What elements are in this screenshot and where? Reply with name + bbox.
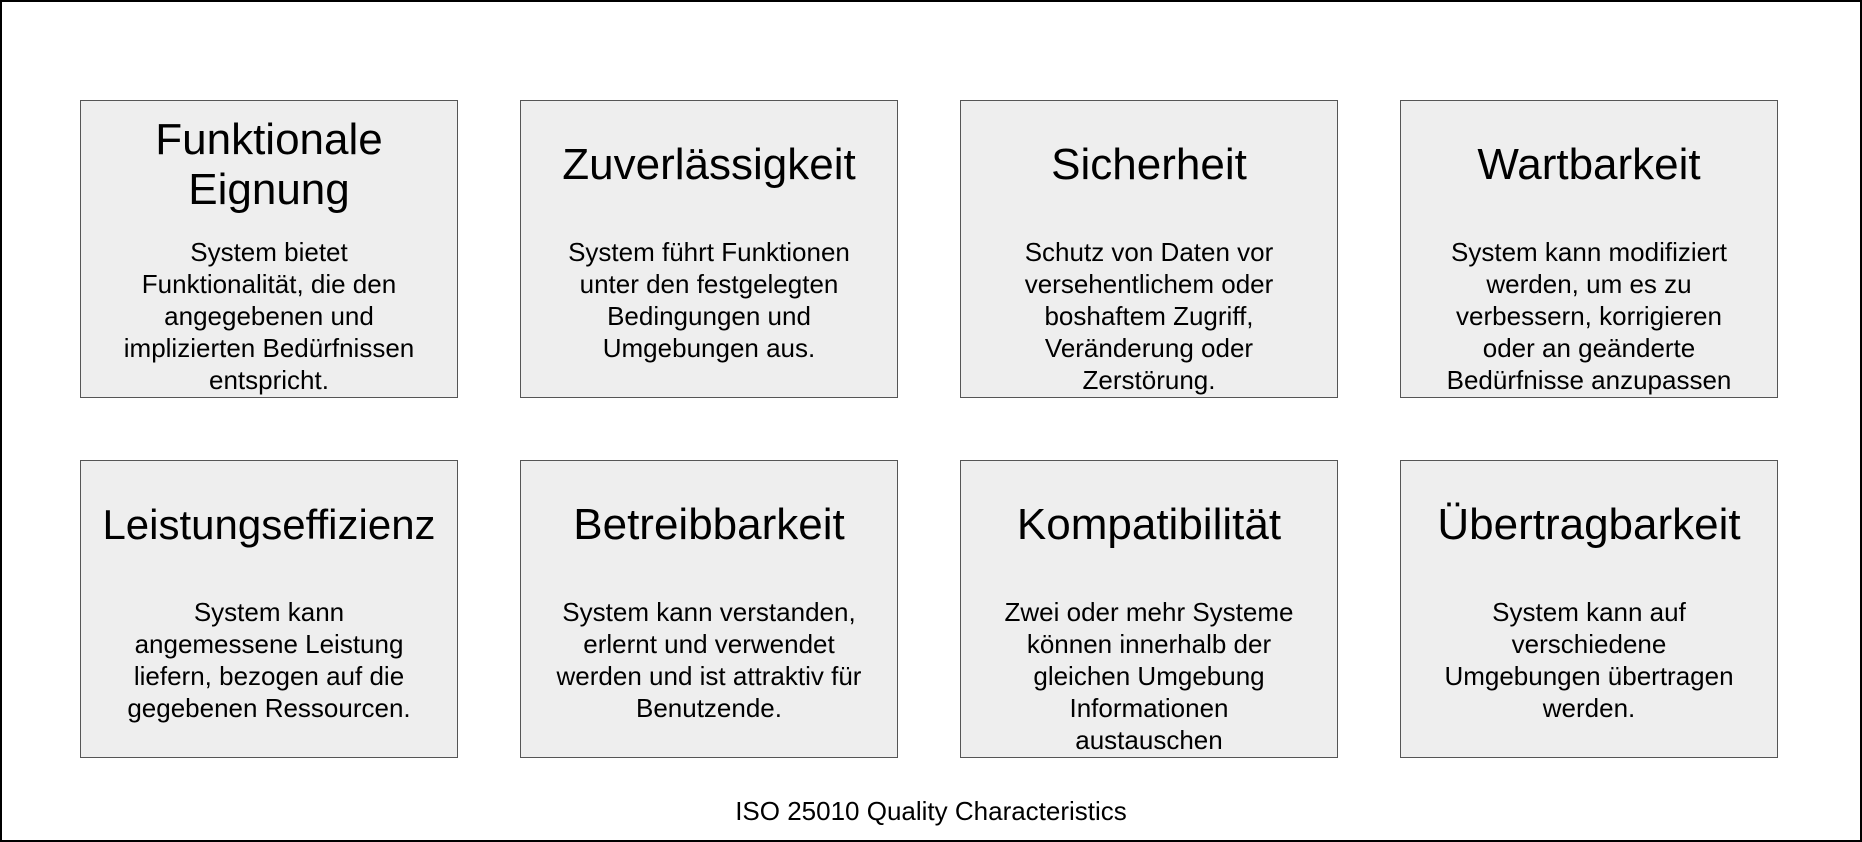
card-description: System kann verstanden, erlernt und verw… xyxy=(556,597,862,723)
diagram-caption: ISO 25010 Quality Characteristics xyxy=(735,796,1127,826)
card-title: Zuverlässigkeit xyxy=(562,140,856,189)
card-description: System kann angemessene Leistung liefern… xyxy=(127,597,411,723)
card-kompatibilitaet: Kompatibilität Zwei oder mehr Systeme kö… xyxy=(960,460,1338,758)
card-description: System kann modifiziert werden, um es zu… xyxy=(1446,237,1732,395)
card-description: System führt Funktionen unter den festge… xyxy=(568,237,850,363)
card-description: Zwei oder mehr Systeme können innerhalb … xyxy=(1004,597,1294,755)
card-uebertragbarkeit: Übertragbarkeit System kann auf verschie… xyxy=(1400,460,1778,758)
card-description: System kann auf verschiedene Umgebungen … xyxy=(1444,597,1734,723)
card-description: Schutz von Daten vor versehentlichem ode… xyxy=(1024,237,1274,395)
card-title: Wartbarkeit xyxy=(1477,140,1701,189)
card-funktionale-eignung: Funktionale Eignung System bietet Funkti… xyxy=(80,100,458,398)
card-title: Kompatibilität xyxy=(1016,500,1282,549)
card-title: Funktionale Eignung xyxy=(155,115,383,214)
card-description: System bietet Funktionalität, die den an… xyxy=(123,237,415,395)
card-leistungseffizienz: Leistungseffizienz System kann angemesse… xyxy=(80,460,458,758)
card-wartbarkeit: Wartbarkeit System kann modifiziert werd… xyxy=(1400,100,1778,398)
card-sicherheit: Sicherheit Schutz von Daten vor versehen… xyxy=(960,100,1338,398)
card-betreibbarkeit: Betreibbarkeit System kann verstanden, e… xyxy=(520,460,898,758)
card-title: Leistungseffizienz xyxy=(102,501,436,548)
card-title: Betreibbarkeit xyxy=(573,500,845,549)
card-title: Sicherheit xyxy=(1051,140,1247,189)
card-title: Übertragbarkeit xyxy=(1437,500,1741,549)
card-zuverlaessigkeit: Zuverlässigkeit System führt Funktionen … xyxy=(520,100,898,398)
